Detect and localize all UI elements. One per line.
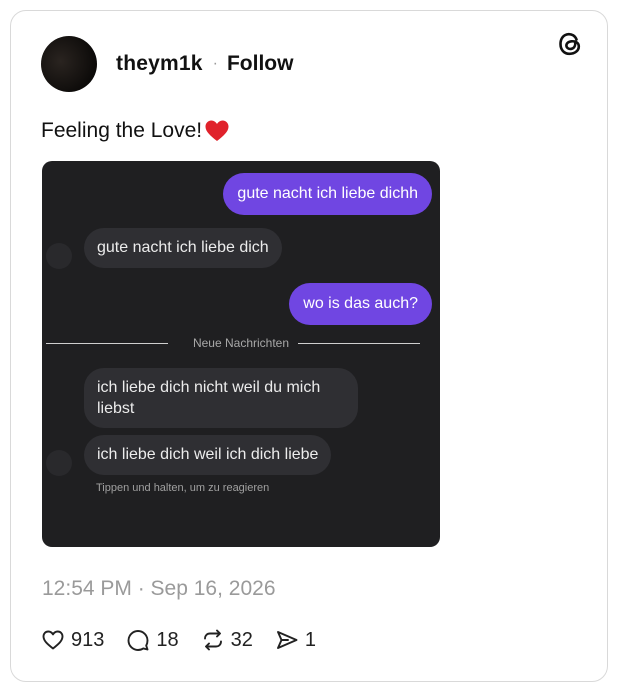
- follow-button[interactable]: Follow: [227, 52, 294, 76]
- like-count: 913: [71, 628, 105, 651]
- outgoing-message: gute nacht ich liebe dichh: [223, 173, 432, 215]
- share-button[interactable]: 1: [275, 628, 316, 652]
- chat-screenshot[interactable]: gute nacht ich liebe dichh gute nacht ic…: [42, 161, 440, 547]
- post-caption: Feeling the Love!: [41, 119, 230, 143]
- post-header: theym1k · Follow: [41, 35, 293, 93]
- incoming-message: ich liebe dich nicht weil du mich liebst: [84, 368, 358, 428]
- like-button[interactable]: 913: [41, 628, 104, 652]
- reply-button[interactable]: 18: [126, 628, 179, 652]
- repost-count: 32: [230, 628, 253, 651]
- comment-icon: [127, 630, 149, 651]
- send-icon: [276, 631, 298, 649]
- avatar[interactable]: [41, 36, 97, 92]
- outgoing-message: wo is das auch?: [289, 283, 432, 325]
- red-heart-emoji: [205, 120, 229, 141]
- separator-dot: ·: [212, 55, 218, 72]
- threads-logo-icon[interactable]: [555, 29, 585, 59]
- username[interactable]: theym1k: [116, 52, 203, 76]
- action-bar: 913 18 32 1: [41, 625, 338, 655]
- post-card: theym1k · Follow Feeling the Love! gute …: [10, 10, 608, 682]
- reply-count: 18: [156, 628, 179, 651]
- repost-icon: [203, 629, 222, 651]
- caption-text: Feeling the Love!: [41, 119, 203, 142]
- incoming-message: ich liebe dich weil ich dich liebe: [84, 435, 332, 475]
- post-timestamp: 12:54 PM · Sep 16, 2026: [42, 577, 276, 600]
- reaction-hint: Tippen und halten, um zu reagieren: [96, 482, 270, 494]
- incoming-message: gute nacht ich liebe dich: [84, 228, 282, 268]
- contact-avatar: [46, 450, 72, 476]
- divider-line-right: [298, 343, 420, 344]
- share-count: 1: [304, 628, 316, 651]
- contact-avatar: [46, 243, 72, 269]
- repost-button[interactable]: 32: [201, 628, 253, 652]
- heart-icon: [42, 630, 64, 650]
